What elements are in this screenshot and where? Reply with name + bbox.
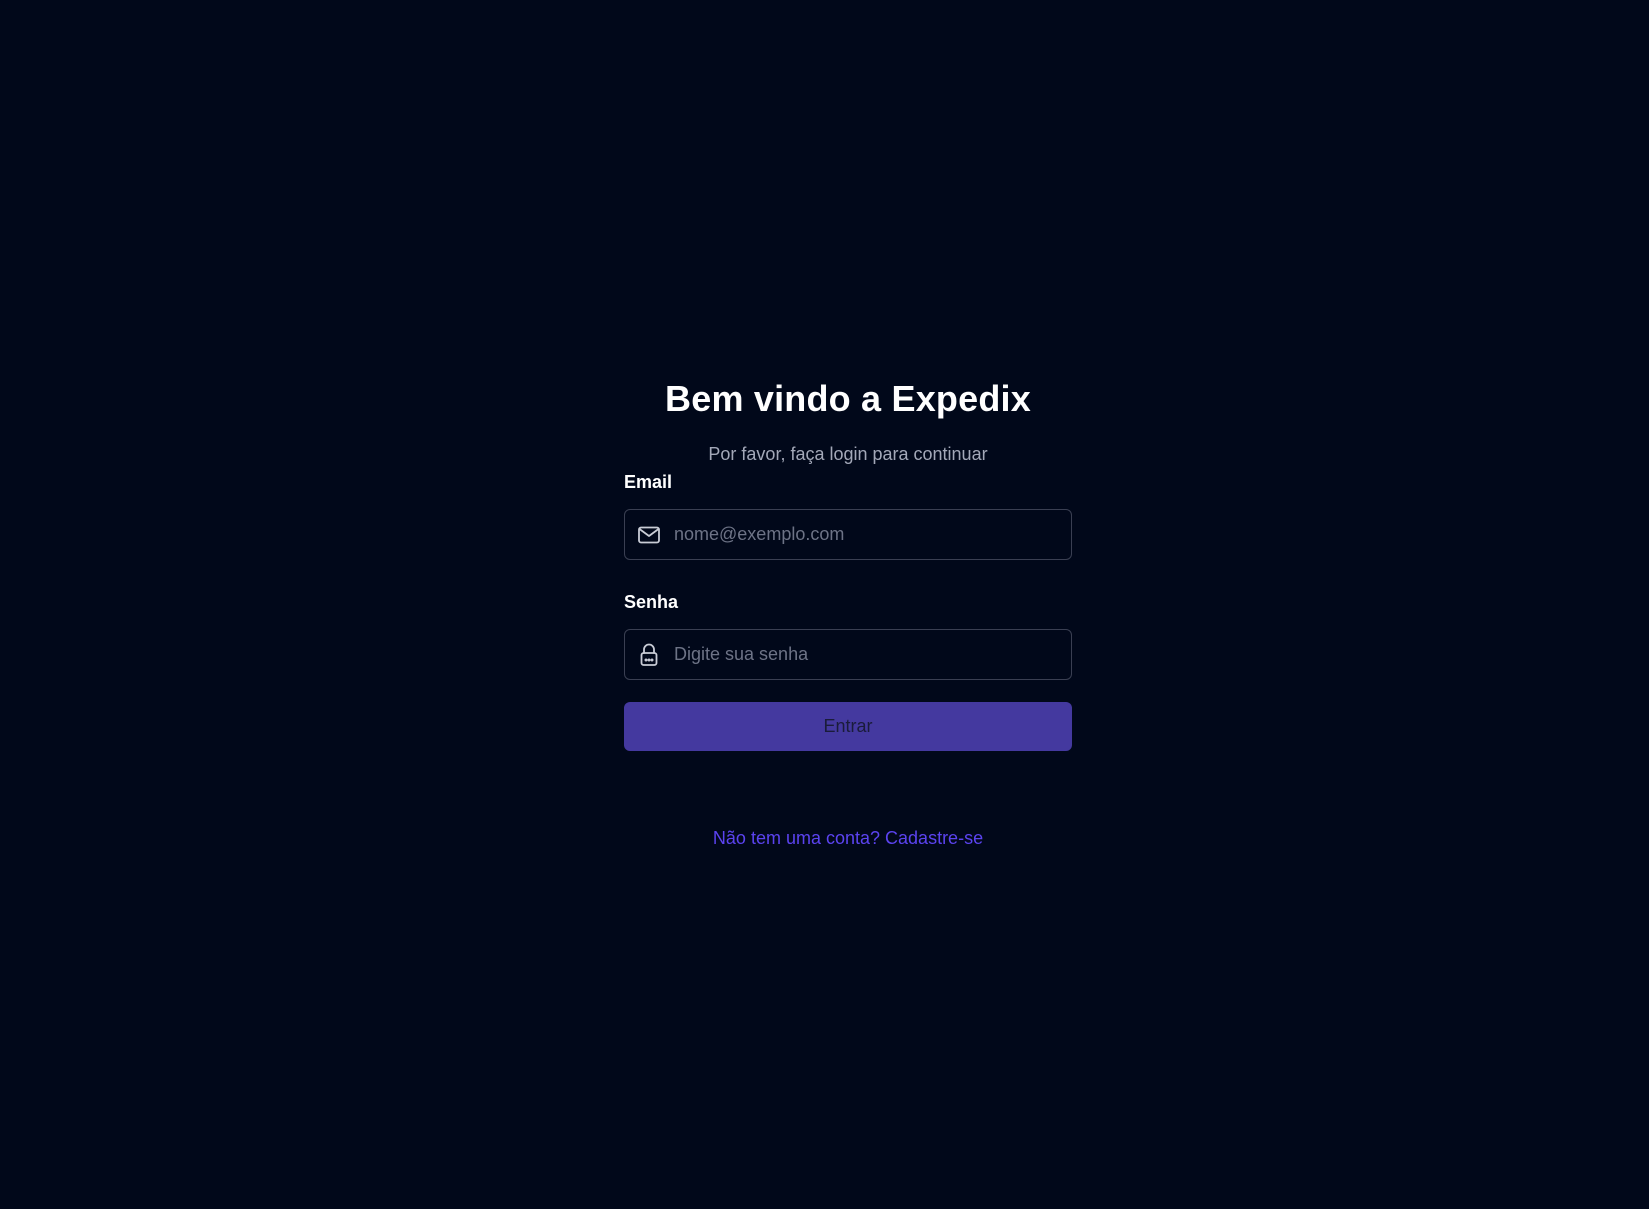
email-label: Email [624,472,673,492]
mail-icon [637,523,661,547]
signup-prompt-text: Não tem uma conta? [712,828,881,848]
login-form: Bem vindo a Expedix Por favor, faça logi… [624,370,1072,848]
signup-prompt: Não tem uma conta? Cadastre-se [624,827,1072,849]
password-field[interactable] [624,629,1072,680]
lock-icon [637,643,661,667]
signup-link[interactable]: Cadastre-se [885,828,983,848]
page-title: Bem vindo a Expedix [665,378,1031,419]
password-input[interactable] [661,630,1071,679]
login-button[interactable]: Entrar [624,702,1072,751]
password-label: Senha [624,592,679,612]
email-input[interactable] [661,510,1071,559]
page-subtitle: Por favor, faça login para continuar [708,444,988,464]
email-field[interactable] [624,509,1072,560]
